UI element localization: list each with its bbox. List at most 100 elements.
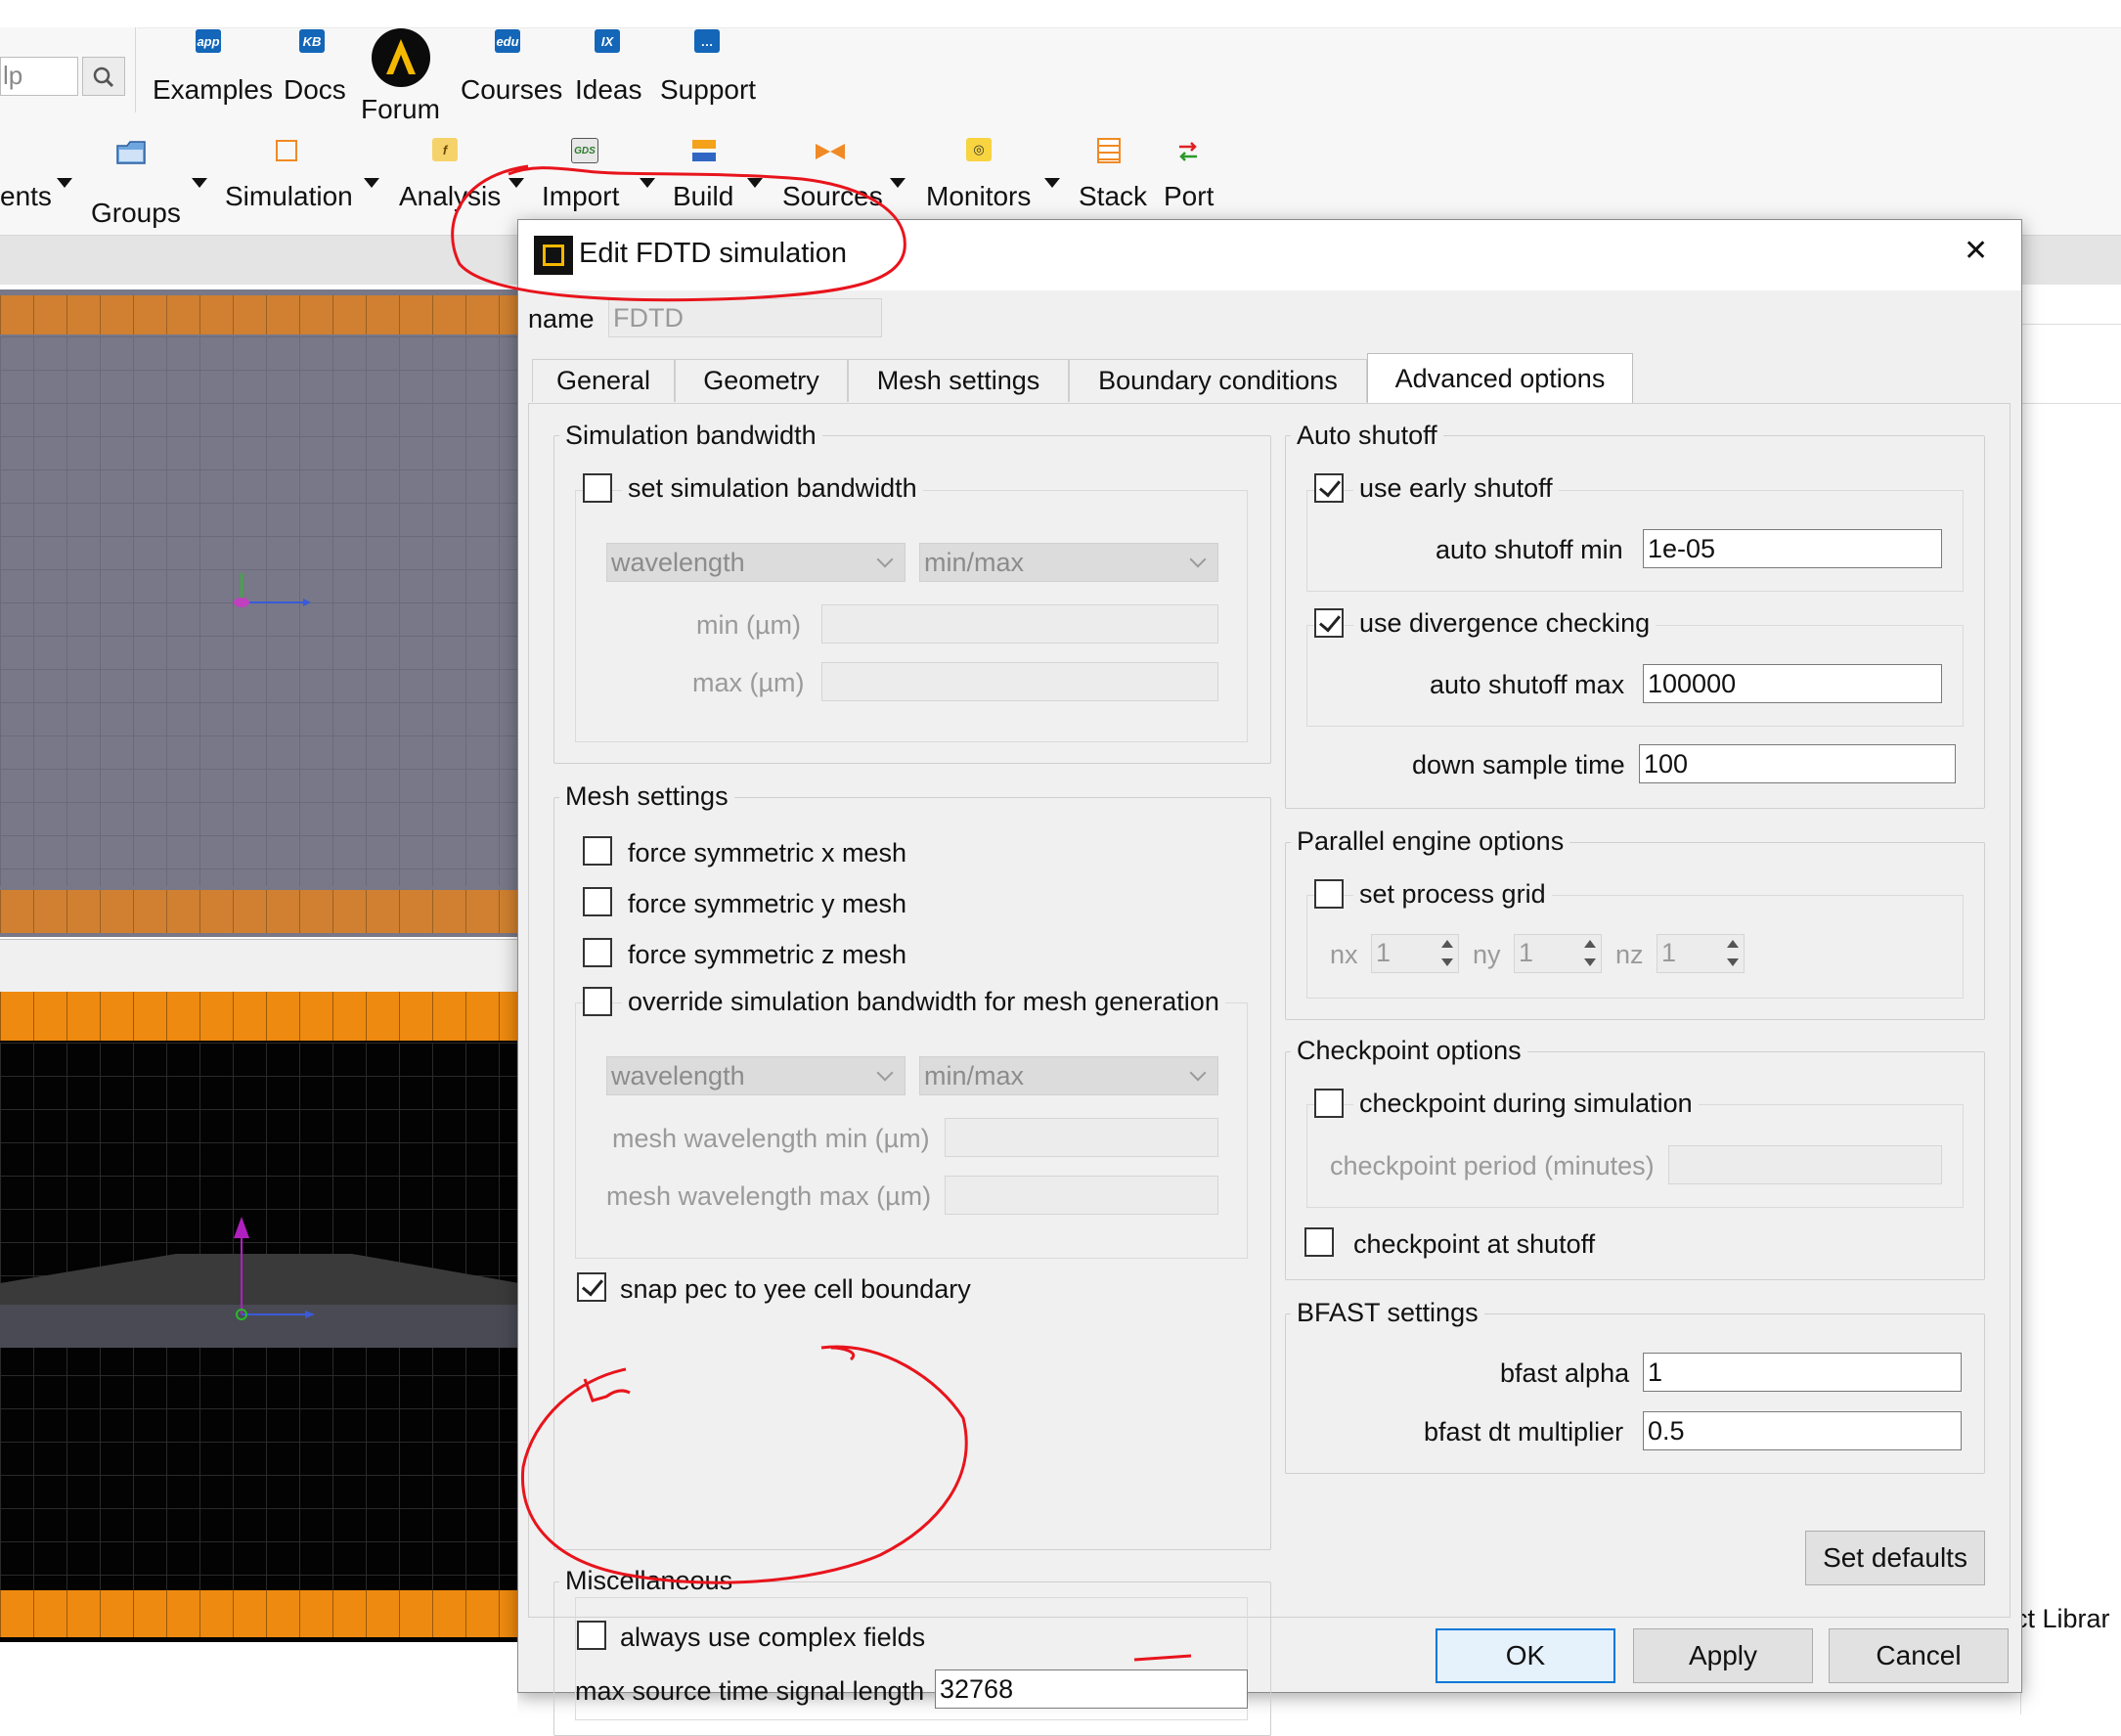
chevron-down-icon[interactable] <box>192 178 207 188</box>
override-bandwidth-label: override simulation bandwidth for mesh g… <box>622 987 1225 1017</box>
tab-advanced-options[interactable]: Advanced options <box>1367 353 1633 404</box>
components-menu[interactable]: ents <box>0 181 52 212</box>
bfast-dt-field[interactable]: 0.5 <box>1643 1411 1962 1450</box>
stack-button[interactable]: Stack <box>1076 138 1150 231</box>
fdtd-app-icon <box>534 236 573 275</box>
bandwidth-max-field <box>821 662 1218 701</box>
xy-view[interactable] <box>0 289 519 937</box>
ideas-button[interactable]: IX Ideas <box>573 29 643 108</box>
mesh-unit-select: wavelength <box>606 1056 906 1095</box>
name-field[interactable]: FDTD <box>608 298 882 337</box>
pml-layer-top <box>0 992 519 1041</box>
snap-pec-checkbox[interactable] <box>577 1272 606 1302</box>
chevron-down-icon[interactable] <box>57 178 72 188</box>
snap-pec-label: snap pec to yee cell boundary <box>620 1274 971 1304</box>
close-icon[interactable]: ✕ <box>1964 234 1988 268</box>
chevron-down-icon[interactable] <box>747 178 763 188</box>
material-layer-bottom <box>0 890 519 933</box>
force-symmetric-y-checkbox[interactable] <box>583 887 612 916</box>
chevron-down-icon[interactable] <box>364 178 379 188</box>
axes-gizmo-icon <box>234 573 311 607</box>
search-button[interactable] <box>82 57 125 96</box>
tab-mesh-settings[interactable]: Mesh settings <box>848 359 1069 402</box>
cancel-button[interactable]: Cancel <box>1829 1628 2009 1683</box>
override-bandwidth-checkbox[interactable] <box>583 987 612 1016</box>
port-button[interactable]: Port <box>1158 138 1222 231</box>
build-button[interactable]: Build <box>669 138 741 231</box>
checkpoint-period-label: checkpoint period (minutes) <box>1330 1151 1655 1180</box>
monitors-label: Monitors <box>926 181 1032 211</box>
monitors-button[interactable]: ◎ Monitors <box>923 138 1040 231</box>
tab-label: Advanced options <box>1394 364 1606 393</box>
simulation-button[interactable]: Simulation <box>223 138 353 231</box>
tab-label: Geometry <box>703 366 819 395</box>
bfast-alpha-field[interactable]: 1 <box>1643 1353 1962 1392</box>
bfast-alpha-label: bfast alpha <box>1500 1358 1630 1388</box>
tab-general[interactable]: General <box>532 359 675 402</box>
max-source-length-field[interactable]: 32768 <box>935 1669 1248 1709</box>
chevron-down-icon[interactable] <box>890 178 906 188</box>
down-sample-time-field[interactable]: 100 <box>1639 744 1956 783</box>
chevron-down-icon[interactable] <box>508 178 524 188</box>
forum-button[interactable]: Forum <box>358 27 442 124</box>
dialog-title: Edit FDTD simulation <box>579 238 847 269</box>
select-value: min/max <box>924 1061 1025 1091</box>
bfast-alpha-value: 1 <box>1648 1358 1663 1387</box>
chevron-down-icon[interactable] <box>1044 178 1060 188</box>
simulation-bandwidth-title: Simulation bandwidth <box>559 421 822 451</box>
nx-label: nx <box>1330 940 1358 969</box>
set-process-grid-label: set process grid <box>1353 879 1552 910</box>
auto-shutoff-min-field[interactable]: 1e-05 <box>1643 529 1942 568</box>
button-label: Set defaults <box>1823 1542 1967 1573</box>
import-label: Import <box>542 181 620 211</box>
support-button[interactable]: … Support <box>659 29 757 108</box>
object-library-tab[interactable]: ct Librar <box>2014 1604 2110 1634</box>
force-symmetric-z-checkbox[interactable] <box>583 938 612 967</box>
mesh-wavelength-max-field <box>945 1176 1218 1215</box>
checkpoint-during-checkbox[interactable] <box>1314 1089 1344 1118</box>
courses-button[interactable]: edu Courses <box>460 29 562 108</box>
docs-icon: KB <box>299 29 325 53</box>
chevron-down-icon <box>876 1064 894 1082</box>
sources-label: Sources <box>782 181 883 211</box>
nz-spinbox: 1 <box>1657 934 1745 973</box>
bandwidth-min-field <box>821 604 1218 644</box>
down-sample-time-label: down sample time <box>1412 750 1625 779</box>
auto-shutoff-max-field[interactable]: 100000 <box>1643 664 1942 703</box>
name-label: name <box>528 304 595 334</box>
set-simulation-bandwidth-checkbox[interactable] <box>583 473 612 503</box>
dialog-titlebar[interactable]: Edit FDTD simulation ✕ <box>518 220 2021 290</box>
checkpoint-options-title: Checkpoint options <box>1291 1036 1527 1066</box>
apply-button[interactable]: Apply <box>1633 1628 1813 1683</box>
bandwidth-unit-select: wavelength <box>606 543 906 582</box>
use-divergence-label: use divergence checking <box>1353 608 1657 639</box>
groups-button[interactable]: Groups <box>90 138 181 231</box>
checkpoint-period-field <box>1668 1145 1942 1184</box>
ok-button[interactable]: OK <box>1436 1628 1615 1683</box>
set-defaults-button[interactable]: Set defaults <box>1805 1531 1985 1585</box>
simulation-label: Simulation <box>225 181 353 211</box>
auto-shutoff-min-label: auto shutoff min <box>1436 535 1623 564</box>
search-input[interactable]: lp <box>0 57 78 96</box>
examples-icon-top: app <box>196 29 221 53</box>
groups-label: Groups <box>91 198 181 228</box>
use-early-shutoff-checkbox[interactable] <box>1314 473 1344 503</box>
force-symmetric-x-checkbox[interactable] <box>583 836 612 866</box>
chevron-down-icon[interactable] <box>640 178 655 188</box>
right-panel-row <box>2021 324 2121 404</box>
checkpoint-at-shutoff-checkbox[interactable] <box>1304 1227 1334 1257</box>
sources-button[interactable]: Sources <box>778 138 886 231</box>
use-divergence-checkbox[interactable] <box>1314 608 1344 638</box>
docs-button[interactable]: KB Docs <box>282 29 346 108</box>
tab-geometry[interactable]: Geometry <box>675 359 848 402</box>
xz-view[interactable] <box>0 992 519 1642</box>
always-complex-fields-checkbox[interactable] <box>577 1621 606 1650</box>
import-button[interactable]: GDS Import <box>540 138 628 231</box>
set-process-grid-checkbox[interactable] <box>1314 879 1344 909</box>
tab-boundary-conditions[interactable]: Boundary conditions <box>1069 359 1367 402</box>
analysis-button[interactable]: f Analysis <box>397 138 505 231</box>
force-symmetric-x-label: force symmetric x mesh <box>628 838 907 868</box>
folder-icon <box>116 141 146 164</box>
analysis-script-icon: f <box>432 138 458 161</box>
max-source-length-value: 32768 <box>940 1674 1014 1704</box>
